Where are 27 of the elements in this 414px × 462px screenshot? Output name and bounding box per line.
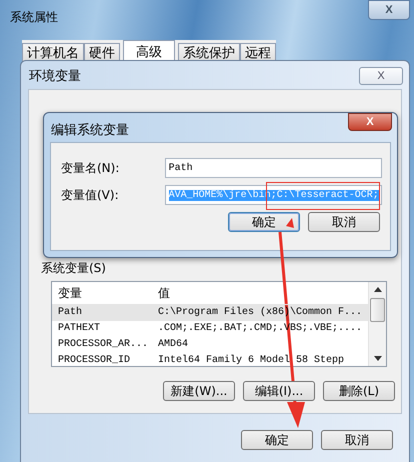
variable-value[interactable]: Intel64 Family 6 Model 58 Stepp — [158, 353, 368, 366]
variable-name[interactable]: Path — [52, 305, 158, 321]
ok-button[interactable]: 确定 — [241, 430, 313, 450]
list-action-button[interactable]: 新建(W)... — [163, 381, 235, 401]
column-header[interactable]: 变量 — [52, 284, 158, 302]
variable-name[interactable]: PROCESSOR_ID — [52, 353, 158, 366]
close-button[interactable]: X — [359, 67, 403, 85]
dialog-title: 环境变量 — [29, 68, 81, 85]
field-label: 变量名(N): — [61, 160, 120, 176]
variable-name[interactable]: PROCESSOR_AR... — [52, 337, 158, 353]
tab[interactable]: 计算机名 — [22, 43, 84, 62]
input-field[interactable]: Path — [164, 158, 382, 178]
list-action-button[interactable]: 删除(L) — [323, 381, 395, 401]
ok-button[interactable]: 确定 — [228, 212, 300, 232]
cancel-button[interactable]: 取消 — [321, 430, 393, 450]
cancel-button[interactable]: 取消 — [308, 212, 380, 232]
list-action-button[interactable]: 编辑(I)... — [243, 381, 315, 401]
variable-value[interactable]: AMD64 — [158, 337, 368, 353]
window-title: 系统属性 — [10, 9, 58, 26]
field-label: 变量值(V): — [61, 186, 120, 204]
column-header[interactable]: 值 — [158, 284, 368, 302]
dialog-title: 编辑系统变量 — [51, 122, 129, 139]
field-value: Path — [168, 162, 193, 174]
tab[interactable]: 高级 — [123, 40, 175, 62]
close-button[interactable]: X — [368, 0, 410, 20]
section-label: 系统变量(S) — [41, 260, 107, 277]
variable-name[interactable]: PATHEXT — [52, 321, 158, 337]
